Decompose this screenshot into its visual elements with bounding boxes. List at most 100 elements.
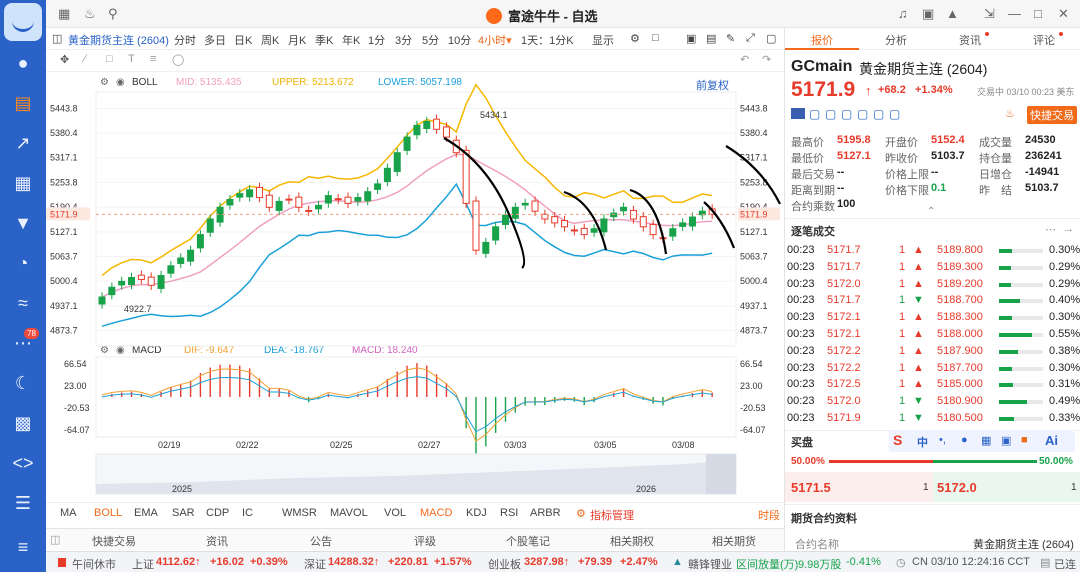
grid-icon[interactable]: ▦ (58, 6, 70, 22)
redo-icon[interactable]: ↷ (762, 53, 771, 66)
bell-icon[interactable]: ♨ (84, 6, 96, 22)
bag-icon[interactable]: ▣ (922, 6, 934, 22)
funnel-icon[interactable]: ▼ (12, 212, 34, 234)
ime-toolbar[interactable]: S 中 •, ● ▦ ▣ ■ Ai (889, 430, 1075, 452)
indicator-tab[interactable]: KDJ (466, 507, 487, 519)
indicator-tab[interactable]: MA (60, 507, 77, 519)
bottom-tab[interactable]: 个股笔记 (506, 533, 550, 549)
settings-icon[interactable]: ⚙ (630, 32, 640, 45)
expand-icon[interactable]: ⤢ (746, 32, 755, 45)
line-tool-icon[interactable]: ∕ (84, 53, 86, 65)
tab-news[interactable]: 资讯 (959, 32, 981, 48)
period-tab[interactable]: 日K (234, 32, 252, 48)
news-stock[interactable]: 赣锋锂业 (688, 556, 732, 572)
tab-comments[interactable]: 评论 (1033, 32, 1055, 48)
trend-icon[interactable]: ↗ (12, 132, 34, 154)
period-tab[interactable]: 3分 (395, 32, 412, 48)
time-segment-button[interactable]: 时段 (758, 507, 780, 523)
indicator-tab-active[interactable]: MACD (420, 507, 452, 519)
pie-icon[interactable]: ◔ (12, 252, 34, 274)
quote-icon[interactable]: ▤ (12, 92, 34, 114)
indicator-tab[interactable]: MAVOL (330, 507, 368, 519)
price-chart[interactable]: 5443.8 5443.85380.4 5380.45317.1 5317.15253… (46, 72, 784, 502)
indicator-tab[interactable]: CDP (206, 507, 229, 519)
display-select[interactable]: 显示 (592, 32, 614, 48)
shrink-icon[interactable]: ⇲ (984, 6, 995, 22)
menu-icon[interactable]: ≡ (12, 536, 34, 558)
undo-icon[interactable]: ↶ (740, 53, 749, 66)
panel-toggle-icon[interactable]: ◫ (50, 533, 60, 546)
period-tab[interactable]: 年K (342, 32, 360, 48)
period-tab[interactable]: 季K (315, 32, 333, 48)
quick-trade-button[interactable]: 快捷交易 (1027, 106, 1077, 124)
checkbox-icon[interactable]: □ (652, 32, 659, 44)
alert-bell-icon[interactable]: ♨ (1005, 107, 1015, 120)
indicator-tab[interactable]: SAR (172, 507, 195, 519)
indicator-manage-icon[interactable]: ⚙ (576, 507, 586, 520)
headset-icon[interactable]: ♫ (898, 6, 908, 21)
period-tab-selected[interactable]: 4小时▾ (478, 32, 512, 48)
bottom-tab[interactable]: 公告 (310, 533, 332, 549)
ime-tool-icon[interactable]: ■ (1021, 434, 1028, 446)
period-tab[interactable]: 周K (261, 32, 279, 48)
ime-ai-icon[interactable]: Ai (1045, 433, 1058, 448)
symbol-label[interactable]: 黄金期货主连 (2604) (68, 32, 169, 48)
indicator-tab[interactable]: RSI (500, 507, 518, 519)
search-icon[interactable]: ⚲ (108, 6, 118, 22)
indicator-tab[interactable]: VOL (384, 507, 406, 519)
ime-mic-icon[interactable]: ● (961, 434, 968, 446)
period-tab[interactable]: 10分 (448, 32, 471, 48)
sh-index-name[interactable]: 上证 (132, 556, 154, 572)
ask-cell[interactable]: 5172.0 1 (933, 472, 1080, 502)
tab-analysis[interactable]: 分析 (885, 32, 907, 48)
period-tab[interactable]: 5分 (422, 32, 439, 48)
report-icon[interactable]: ▦ (12, 172, 34, 194)
bottom-tab[interactable]: 资讯 (206, 533, 228, 549)
ime-skin-icon[interactable]: ▣ (1001, 434, 1011, 447)
bottom-tab[interactable]: 相关期货 (712, 533, 756, 549)
image-icon[interactable]: ▤ (706, 32, 716, 45)
sidebar-toggle-icon[interactable]: ◫ (52, 32, 62, 45)
zhuan-icon[interactable]: ≈ (12, 292, 34, 314)
indicator-tab[interactable]: EMA (134, 507, 158, 519)
ime-keyboard-icon[interactable]: ▦ (981, 434, 991, 447)
indicator-tab[interactable]: IC (242, 507, 253, 519)
maximize-icon[interactable]: □ (1034, 6, 1042, 21)
bottom-tab[interactable]: 相关期权 (610, 533, 654, 549)
shirt-icon[interactable]: ▲ (946, 6, 959, 21)
cy-index-name[interactable]: 创业板 (488, 556, 521, 572)
period-tab[interactable]: 月K (288, 32, 306, 48)
shape-tool-icon[interactable]: □ (106, 53, 113, 65)
adjust-select[interactable]: 1天：1分K (521, 32, 574, 48)
text-tool-icon[interactable]: T (128, 53, 135, 65)
minimize-icon[interactable]: — (1008, 6, 1021, 21)
move-icon[interactable]: ✥ (60, 53, 69, 66)
ime-logo-icon[interactable]: S (893, 432, 902, 448)
doc-icon[interactable]: ☰ (12, 492, 34, 514)
trades-more-icon[interactable]: ⋯ (1045, 223, 1056, 236)
sz-index-name[interactable]: 深证 (304, 556, 326, 572)
tab-quote[interactable]: 报价 (811, 32, 833, 48)
code-icon[interactable]: <> (12, 452, 34, 474)
close-icon[interactable]: ✕ (1058, 6, 1069, 22)
ime-punct-icon[interactable]: •, (939, 434, 946, 446)
window-icon[interactable]: ▢ (766, 32, 776, 45)
ime-lang-icon[interactable]: 中 (917, 434, 928, 450)
fib-tool-icon[interactable]: ≡ (150, 53, 156, 65)
game-icon[interactable]: ▩ (12, 412, 34, 434)
bid-cell[interactable]: 5171.5 1 (785, 472, 933, 502)
user-icon[interactable]: ● (12, 52, 34, 74)
moon-icon[interactable]: ☾ (12, 372, 34, 394)
indicator-tab[interactable]: ARBR (530, 507, 561, 519)
trades-expand-icon[interactable]: → (1063, 223, 1074, 235)
bottom-tab[interactable]: 评级 (414, 533, 436, 549)
measure-tool-icon[interactable]: ◯ (172, 53, 184, 66)
camera-icon[interactable]: ▣ (686, 32, 696, 45)
bottom-tab[interactable]: 快捷交易 (92, 533, 136, 549)
period-tab[interactable]: 1分 (368, 32, 385, 48)
indicator-manage-button[interactable]: 指标管理 (590, 507, 634, 523)
collapse-chevron-icon[interactable]: ⌃ (927, 206, 935, 217)
period-tab[interactable]: 分时 (174, 32, 196, 48)
pen-icon[interactable]: ✎ (726, 32, 735, 45)
indicator-tab[interactable]: WMSR (282, 507, 317, 519)
